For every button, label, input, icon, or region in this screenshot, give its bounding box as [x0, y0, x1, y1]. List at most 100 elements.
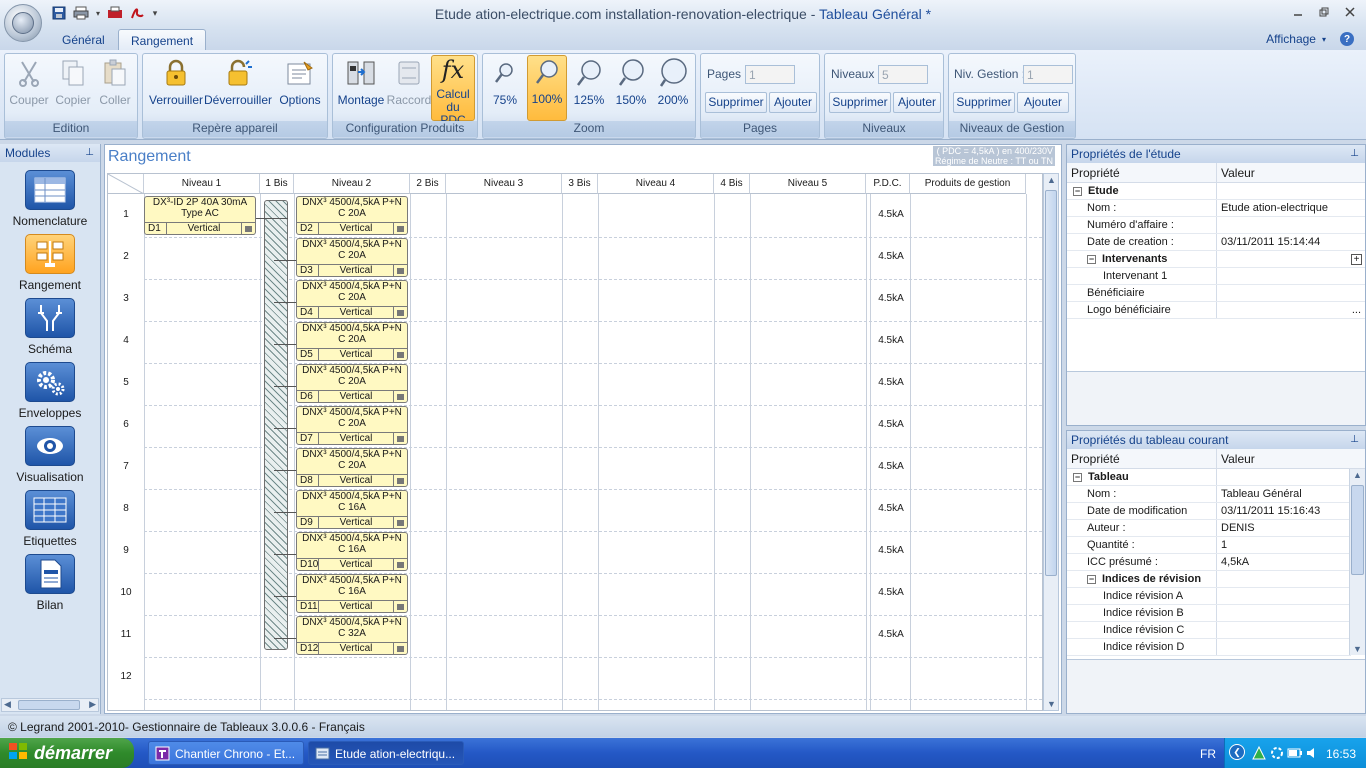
device-handle-icon[interactable]	[393, 307, 407, 318]
property-row[interactable]: Auteur : DENIS	[1067, 520, 1351, 537]
zoom-75-button[interactable]: 75%	[485, 57, 525, 119]
scroll-left-icon[interactable]: ◀	[4, 699, 11, 710]
property-row[interactable]: Date de modification 03/11/2011 15:16:43	[1067, 503, 1351, 520]
property-row[interactable]: Nom : Etude ation-electrique	[1067, 200, 1365, 217]
scroll-up-icon[interactable]: ▲	[1353, 470, 1362, 480]
scroll-thumb[interactable]	[1351, 485, 1364, 575]
application-menu-button[interactable]	[4, 4, 42, 42]
property-row[interactable]: Date de creation : 03/11/2011 15:14:44	[1067, 234, 1365, 251]
property-value[interactable]	[1217, 639, 1351, 655]
pages-field[interactable]: 1	[745, 65, 795, 84]
property-row[interactable]: Indice révision B	[1067, 605, 1351, 622]
property-value[interactable]: 03/11/2011 15:14:44	[1217, 234, 1365, 250]
col-header[interactable]: Produits de gestion	[910, 174, 1026, 194]
taskbar-item[interactable]: Etude ation-electriqu...	[308, 741, 464, 765]
property-row[interactable]: Nom : Tableau Général	[1067, 486, 1351, 503]
device-card[interactable]: DNX³ 4500/4,5kA P+N C 16A D9 Vertical	[296, 490, 408, 529]
module-visualisation[interactable]: Visualisation	[0, 426, 100, 490]
property-row[interactable]: Numéro d'affaire :	[1067, 217, 1365, 234]
property-category[interactable]: − Indices de révision	[1067, 571, 1351, 588]
pages-delete-button[interactable]: Supprimer	[705, 92, 767, 113]
close-icon[interactable]	[1342, 4, 1358, 20]
device-card[interactable]: DNX³ 4500/4,5kA P+N C 20A D2 Vertical	[296, 196, 408, 235]
property-row[interactable]: Quantité : 1	[1067, 537, 1351, 554]
view-menu[interactable]: Affichage ▾	[1266, 32, 1326, 46]
collapse-icon[interactable]: −	[1087, 574, 1096, 584]
module-enveloppes[interactable]: Enveloppes	[0, 362, 100, 426]
property-row[interactable]: Intervenant 1	[1067, 268, 1365, 285]
property-value[interactable]: Etude ation-electrique	[1217, 200, 1365, 216]
pin-icon[interactable]: ⊥	[1350, 434, 1359, 445]
niveaux-delete-button[interactable]: Supprimer	[829, 92, 891, 113]
pages-add-button[interactable]: Ajouter	[769, 92, 817, 113]
property-row[interactable]: Indice révision D	[1067, 639, 1351, 656]
property-value[interactable]: 1	[1217, 537, 1351, 553]
niveaux-field[interactable]: 5	[878, 65, 928, 84]
calcul-pdc-button[interactable]: fx Calcul du PDC	[431, 55, 475, 127]
help-button[interactable]: ?	[1340, 32, 1354, 46]
network-icon[interactable]	[1251, 745, 1267, 764]
scroll-down-icon[interactable]: ▼	[1353, 644, 1362, 654]
property-category[interactable]: − Tableau	[1067, 469, 1351, 486]
property-row[interactable]: Indice révision C	[1067, 622, 1351, 639]
volume-icon[interactable]	[1305, 746, 1319, 763]
scroll-down-icon[interactable]: ▼	[1047, 699, 1056, 709]
grid-vertical-scrollbar[interactable]: ▲ ▼	[1043, 173, 1059, 711]
raccord-button[interactable]: Raccord	[387, 57, 431, 119]
device-handle-icon[interactable]	[393, 223, 407, 234]
collapse-icon[interactable]: −	[1073, 472, 1082, 482]
col-header[interactable]: Niveau 2	[294, 174, 410, 194]
property-value[interactable]: DENIS	[1217, 520, 1351, 536]
module-bilan[interactable]: Bilan	[0, 554, 100, 618]
property-value[interactable]	[1217, 622, 1351, 638]
module-etiquettes[interactable]: Etiquettes	[0, 490, 100, 554]
device-card[interactable]: DNX³ 4500/4,5kA P+N C 20A D5 Vertical	[296, 322, 408, 361]
col-header[interactable]: Niveau 1	[144, 174, 260, 194]
gestion-delete-button[interactable]: Supprimer	[953, 92, 1015, 113]
device-handle-icon[interactable]	[393, 349, 407, 360]
property-value[interactable]: 03/11/2011 15:16:43	[1217, 503, 1351, 519]
property-value[interactable]: Tableau Général	[1217, 486, 1351, 502]
device-handle-icon[interactable]	[241, 223, 255, 234]
battery-icon[interactable]	[1287, 747, 1303, 762]
device-handle-icon[interactable]	[393, 643, 407, 654]
device-card[interactable]: DX³-ID 2P 40A 30mA Type AC D1 Vertical	[144, 196, 256, 235]
module-rangement[interactable]: Rangement	[0, 234, 100, 298]
pin-icon[interactable]: ⊥	[85, 147, 94, 158]
lock-button[interactable]: Verrouiller	[147, 57, 205, 119]
property-value[interactable]	[1217, 268, 1365, 284]
collapse-icon[interactable]: −	[1073, 186, 1082, 196]
property-value[interactable]	[1217, 217, 1365, 233]
device-handle-icon[interactable]	[393, 559, 407, 570]
device-card[interactable]: DNX³ 4500/4,5kA P+N C 20A D8 Vertical	[296, 448, 408, 487]
device-card[interactable]: DNX³ 4500/4,5kA P+N C 16A D11 Vertical	[296, 574, 408, 613]
property-row[interactable]: Bénéficiaire	[1067, 285, 1365, 302]
col-header[interactable]: P.D.C.	[866, 174, 910, 194]
property-row[interactable]: Indice révision A	[1067, 588, 1351, 605]
property-category[interactable]: − Intervenants +	[1067, 251, 1365, 268]
scroll-up-icon[interactable]: ▲	[1047, 175, 1056, 185]
scroll-thumb[interactable]	[18, 700, 80, 710]
module-nomenclature[interactable]: Nomenclature	[0, 170, 100, 234]
restore-icon[interactable]	[1316, 4, 1332, 20]
tray-expand-icon[interactable]: ❮	[1229, 744, 1245, 760]
start-button[interactable]: démarrer	[0, 738, 134, 768]
device-card[interactable]: DNX³ 4500/4,5kA P+N C 20A D7 Vertical	[296, 406, 408, 445]
device-handle-icon[interactable]	[393, 433, 407, 444]
zoom-125-button[interactable]: 125%	[569, 57, 609, 119]
device-handle-icon[interactable]	[393, 391, 407, 402]
copy-button[interactable]: Copier	[53, 57, 93, 119]
col-header[interactable]: 1 Bis	[260, 174, 294, 194]
tab-rangement[interactable]: Rangement	[118, 29, 207, 50]
collapse-icon[interactable]: −	[1087, 254, 1096, 264]
taskbar-item[interactable]: Chantier Chrono - Et...	[148, 741, 304, 765]
col-header[interactable]: Niveau 5	[750, 174, 866, 194]
col-header[interactable]: Niveau 3	[446, 174, 562, 194]
ellipsis-button[interactable]: ...	[1217, 302, 1365, 318]
properties-vertical-scrollbar[interactable]: ▲ ▼	[1349, 469, 1365, 655]
rangement-grid[interactable]: Niveau 1 1 Bis Niveau 2 2 Bis Niveau 3 3…	[107, 173, 1043, 711]
cut-button[interactable]: Couper	[9, 57, 49, 119]
col-header[interactable]: 3 Bis	[562, 174, 598, 194]
zoom-100-button[interactable]: 100%	[527, 55, 567, 121]
options-button[interactable]: Options	[275, 57, 325, 119]
